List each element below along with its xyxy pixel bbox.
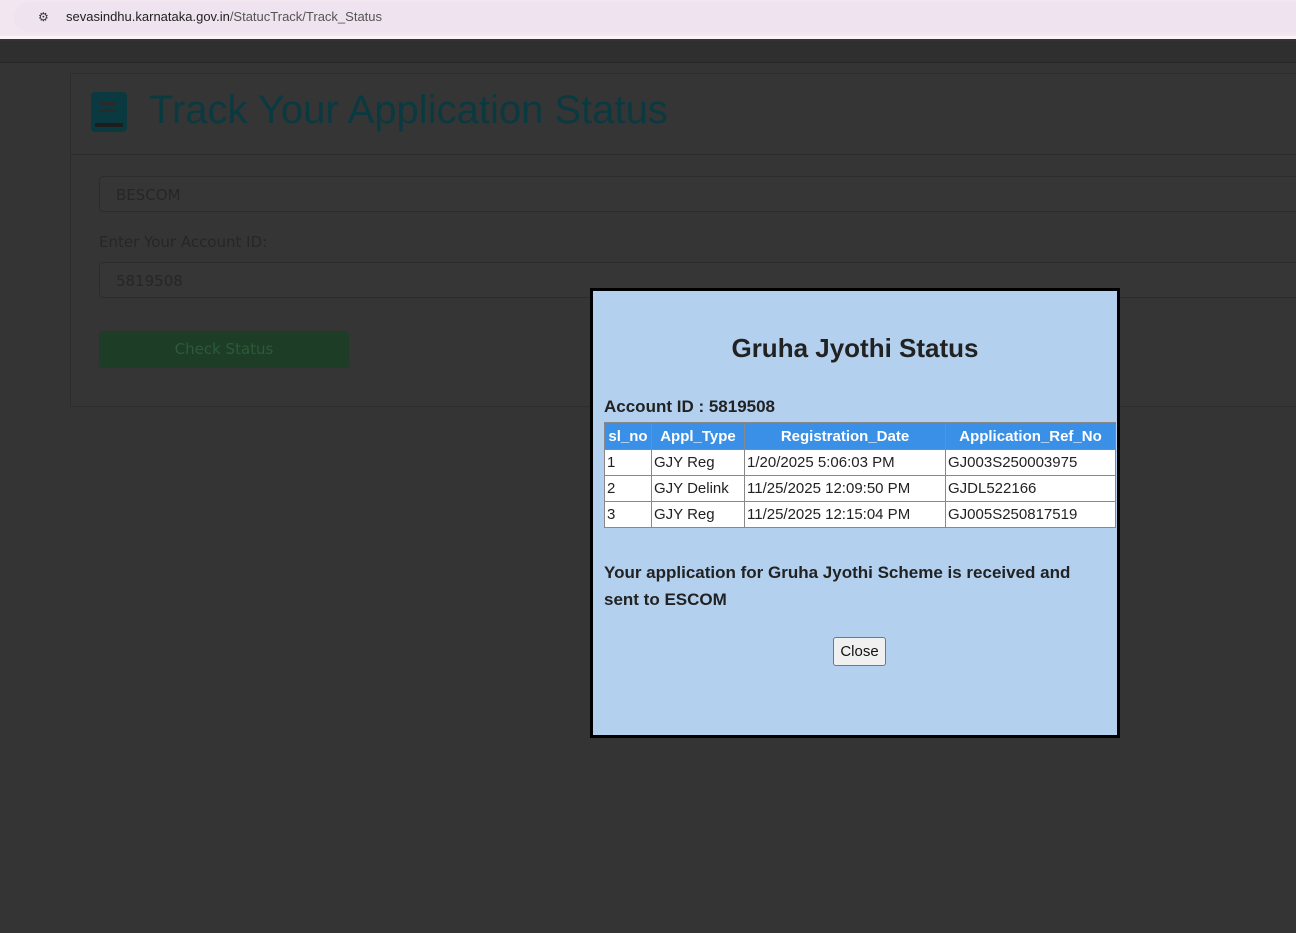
table-row: 2 GJY Delink 11/25/2025 12:09:50 PM GJDL522… bbox=[604, 475, 1116, 502]
table-row: 3 GJY Reg 11/25/2025 12:15:04 PM GJ005S2508… bbox=[604, 501, 1116, 528]
site-settings-icon[interactable]: ⚙ bbox=[38, 10, 54, 26]
modal-title: Gruha Jyothi Status bbox=[731, 333, 979, 363]
cell: 1/20/2025 5:06:03 PM bbox=[744, 449, 946, 476]
cell: GJY Reg bbox=[651, 501, 745, 528]
cell: GJDL522166 bbox=[945, 475, 1116, 502]
cell: GJ003S250003975 bbox=[945, 449, 1116, 476]
close-button[interactable]: Close bbox=[833, 637, 886, 666]
cell: 1 bbox=[604, 449, 652, 476]
status-message: Your application for Gruha Jyothi Scheme… bbox=[604, 563, 1071, 609]
url-text[interactable]: sevasindhu.karnataka.gov.in/StatucTrack/… bbox=[66, 9, 382, 24]
cell: 11/25/2025 12:09:50 PM bbox=[744, 475, 946, 502]
status-table: sl_no Appl_Type Registration_Date Applic… bbox=[604, 422, 1116, 528]
escom-select[interactable]: BESCOM bbox=[99, 176, 1296, 212]
book-icon bbox=[91, 92, 127, 132]
browser-address-bar: ⚙ sevasindhu.karnataka.gov.in/StatucTrac… bbox=[0, 0, 1296, 39]
col-sl-no: sl_no bbox=[604, 422, 652, 450]
cell: 2 bbox=[604, 475, 652, 502]
page-title: Track Your Application Status bbox=[149, 88, 668, 132]
cell: GJ005S250817519 bbox=[945, 501, 1116, 528]
col-application-ref-no: Application_Ref_No bbox=[945, 422, 1116, 450]
table-row: 1 GJY Reg 1/20/2025 5:06:03 PM GJ003S250003… bbox=[604, 449, 1116, 476]
col-registration-date: Registration_Date bbox=[744, 422, 946, 450]
cell: GJY Delink bbox=[651, 475, 745, 502]
card-header: Track Your Application Status bbox=[71, 74, 1296, 155]
cell: 3 bbox=[604, 501, 652, 528]
cell: GJY Reg bbox=[651, 449, 745, 476]
check-status-button[interactable]: Check Status bbox=[99, 331, 349, 368]
url-field[interactable]: ⚙ sevasindhu.karnataka.gov.in/StatucTrac… bbox=[14, 2, 1296, 32]
account-id-line: Account ID : 5819508 bbox=[604, 397, 776, 416]
table-header-row: sl_no Appl_Type Registration_Date Applic… bbox=[604, 422, 1116, 450]
account-id-label: Enter Your Account ID: bbox=[99, 233, 268, 251]
cell: 11/25/2025 12:15:04 PM bbox=[744, 501, 946, 528]
site-navbar bbox=[0, 41, 1296, 63]
status-modal: Gruha Jyothi Status Account ID : 5819508… bbox=[590, 288, 1120, 738]
url-host: sevasindhu.karnataka.gov.in bbox=[66, 9, 230, 24]
col-appl-type: Appl_Type bbox=[651, 422, 745, 450]
url-path: /StatucTrack/Track_Status bbox=[229, 9, 383, 24]
